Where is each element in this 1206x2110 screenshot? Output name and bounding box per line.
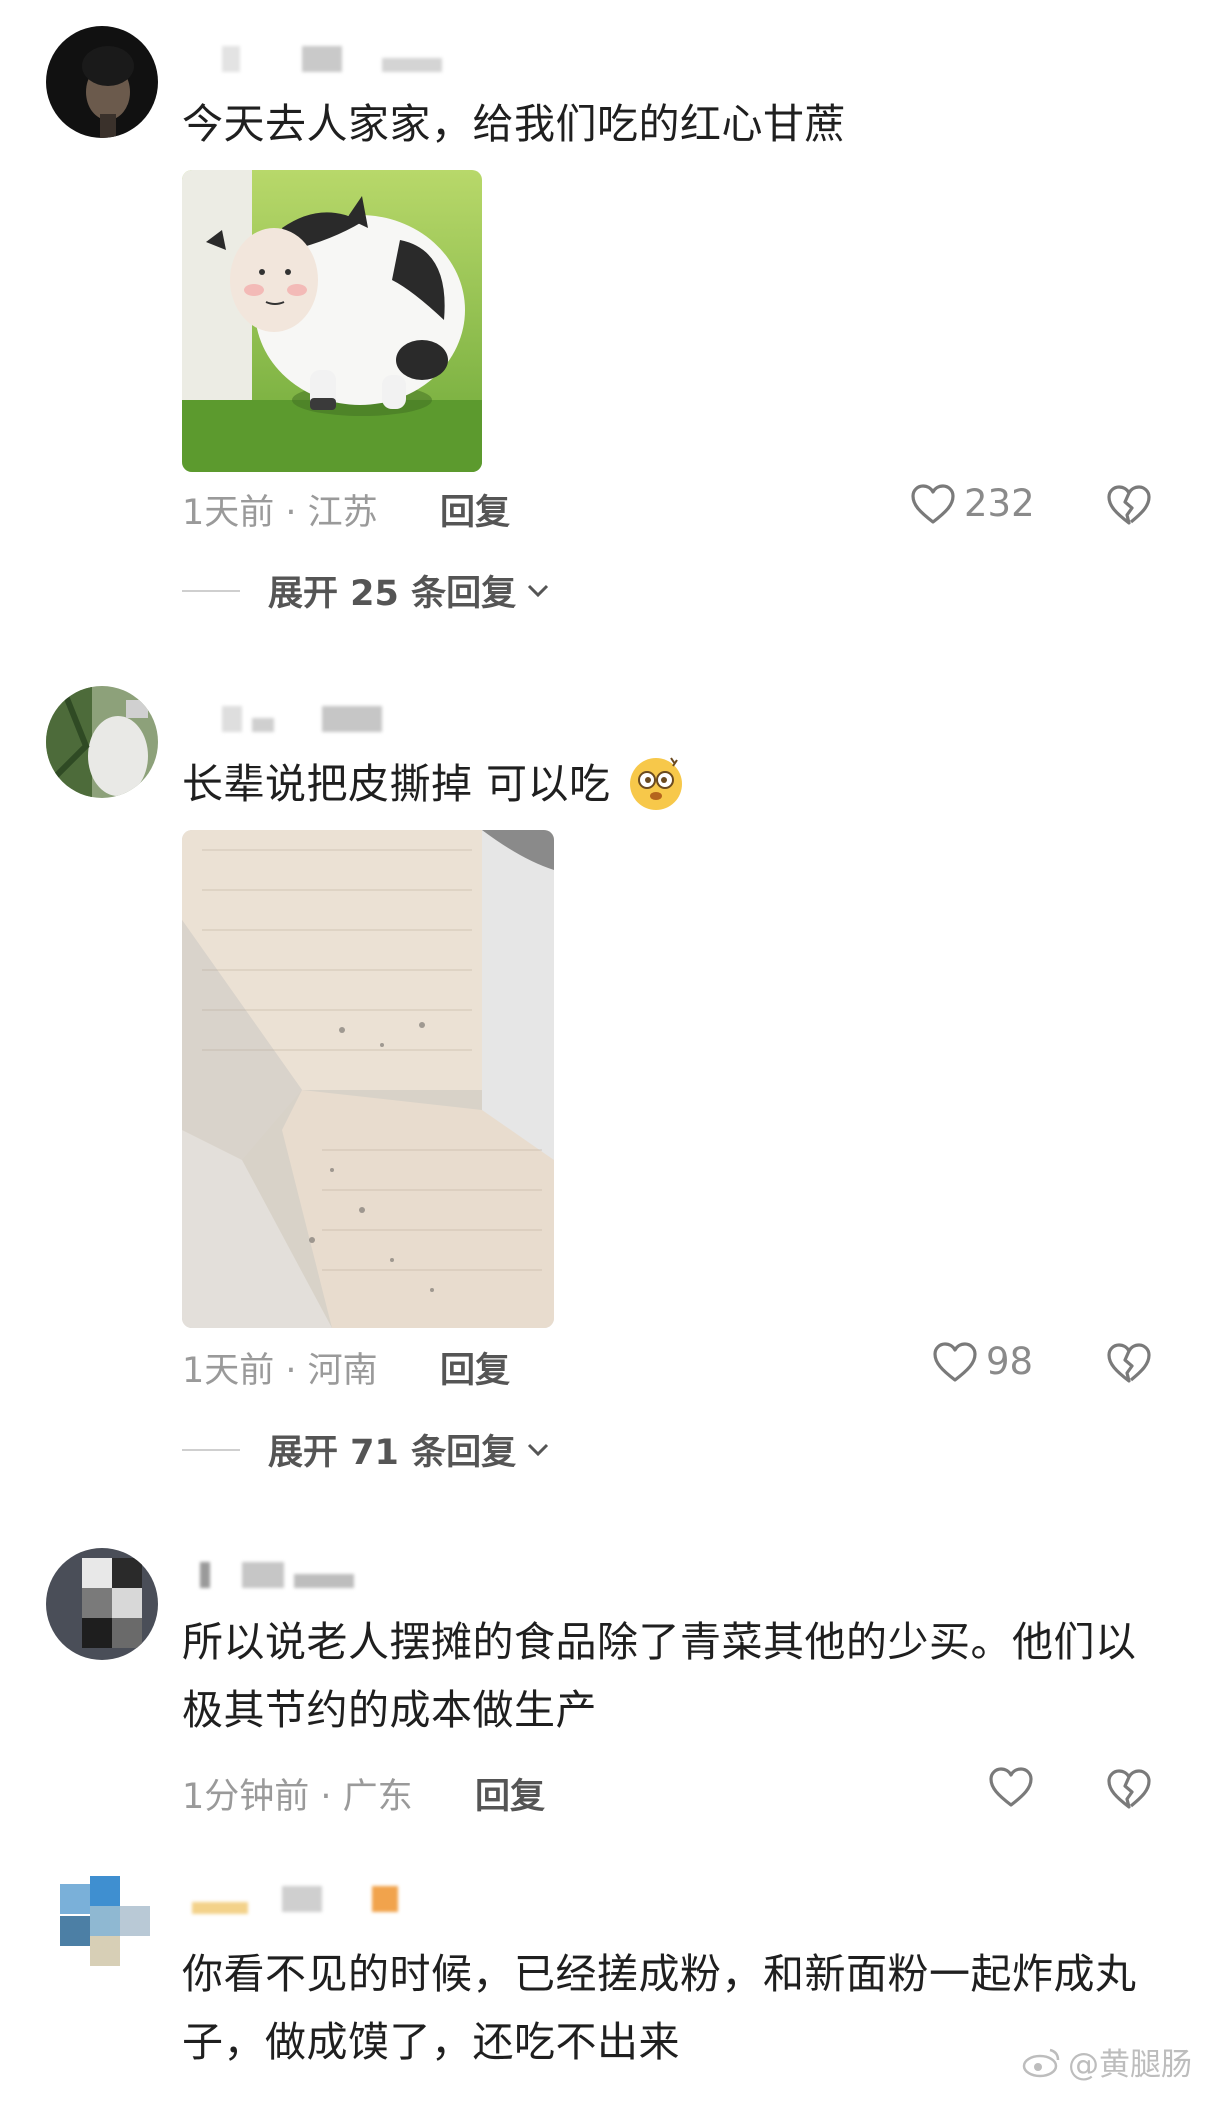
comment-feed: 今天去人家家，给我们吃的红心甘蔗 1天前 · 江苏 回复 232 展开 25 条… bbox=[0, 0, 1206, 2110]
photo-image[interactable] bbox=[182, 830, 554, 1328]
comment-meta: 1天前 · 江苏 bbox=[182, 493, 378, 533]
dislike-button[interactable] bbox=[1106, 1342, 1152, 1388]
dislike-button[interactable] bbox=[1106, 1768, 1152, 1814]
comment-meta: 1分钟前 · 广东 bbox=[182, 1777, 413, 1817]
comment-meta: 1天前 · 河南 bbox=[182, 1351, 378, 1391]
chevron-down-icon bbox=[528, 584, 549, 597]
expand-replies-button[interactable]: 展开 71 条回复 bbox=[182, 1424, 550, 1475]
watermark-text: @黄腿肠 bbox=[1068, 2047, 1192, 2083]
comment-text: 所以说老人摆摊的食品除了青菜其他的少买。他们以极其节约的成本做生产 bbox=[182, 1618, 1137, 1734]
like-count: 232 bbox=[964, 482, 1035, 525]
dislike-button[interactable] bbox=[1106, 484, 1152, 530]
expand-replies-button[interactable]: 展开 25 条回复 bbox=[182, 565, 550, 616]
expand-label: 展开 25 条回复 bbox=[268, 574, 517, 614]
dizzy-face-emoji bbox=[627, 754, 685, 812]
reply-button[interactable]: 回复 bbox=[440, 1342, 510, 1393]
heart-outline-icon bbox=[911, 483, 955, 524]
expand-label: 展开 71 条回复 bbox=[268, 1433, 517, 1473]
broken-heart-icon bbox=[1107, 485, 1151, 525]
avatar[interactable] bbox=[46, 1548, 158, 1660]
username-censored[interactable] bbox=[182, 1556, 442, 1596]
like-button[interactable] bbox=[988, 1766, 1034, 1808]
broken-heart-icon bbox=[1107, 1343, 1151, 1383]
divider-line bbox=[182, 589, 240, 592]
comment-text-content: 长辈说把皮撕掉 可以吃 bbox=[182, 760, 611, 808]
like-count: 98 bbox=[986, 1340, 1034, 1383]
heart-outline-icon bbox=[989, 1767, 1033, 1807]
avatar[interactable] bbox=[60, 1876, 160, 1976]
reply-button[interactable]: 回复 bbox=[475, 1768, 545, 1819]
weibo-logo-icon bbox=[1022, 2048, 1060, 2077]
heart-outline-icon bbox=[933, 1341, 977, 1382]
username-censored[interactable] bbox=[182, 700, 442, 740]
reply-button[interactable]: 回复 bbox=[440, 484, 510, 535]
like-button[interactable]: 98 bbox=[932, 1340, 1033, 1383]
username-censored[interactable] bbox=[182, 1880, 442, 1920]
comment-text: 长辈说把皮撕掉 可以吃 bbox=[182, 750, 1162, 818]
avatar[interactable] bbox=[46, 26, 158, 138]
chevron-down-icon bbox=[528, 1443, 549, 1456]
username-censored[interactable] bbox=[182, 40, 442, 80]
divider-line bbox=[182, 1448, 240, 1451]
like-button[interactable]: 232 bbox=[910, 482, 1035, 525]
comment-text: 今天去人家家，给我们吃的红心甘蔗 bbox=[182, 100, 846, 148]
avatar[interactable] bbox=[46, 686, 158, 798]
watermark: @黄腿肠 bbox=[1022, 2039, 1192, 2084]
sticker-image[interactable] bbox=[182, 170, 482, 472]
broken-heart-icon bbox=[1107, 1769, 1151, 1809]
